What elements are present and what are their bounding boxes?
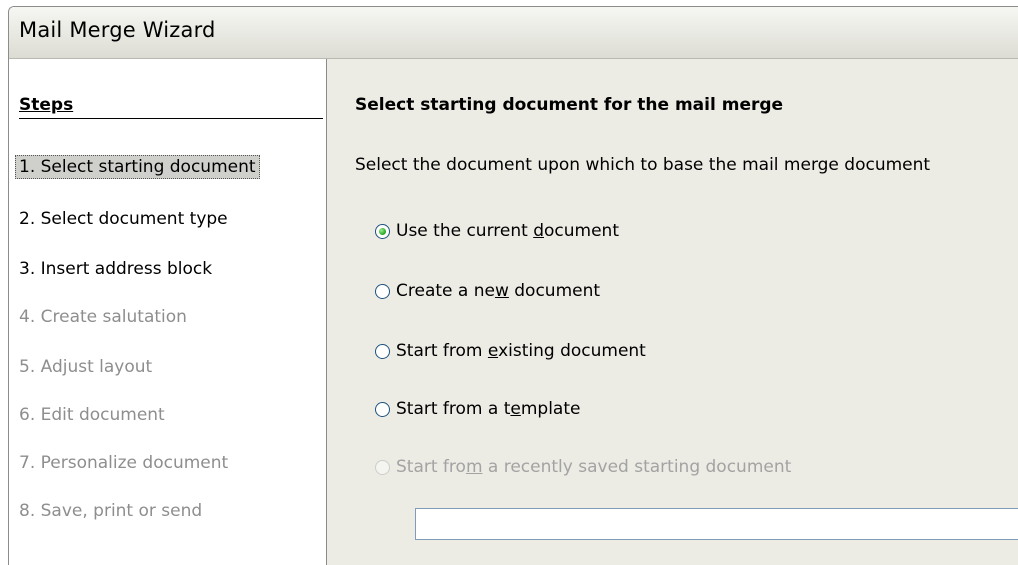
radio-button-disabled-icon <box>375 459 390 475</box>
option-label: Create a new document <box>396 281 601 301</box>
option-label: Start from existing document <box>396 341 646 361</box>
option-use-current-document[interactable]: Use the current document <box>375 219 619 243</box>
radio-button-icon[interactable] <box>375 283 390 299</box>
step-select-starting-document[interactable]: 1. Select starting document <box>15 155 260 179</box>
step-save-print-send: 8. Save, print or send <box>19 501 203 521</box>
step-create-salutation: 4. Create salutation <box>19 307 187 327</box>
option-start-from-template[interactable]: Start from a template <box>375 397 580 421</box>
step-adjust-layout: 5. Adjust layout <box>19 357 153 377</box>
step-edit-document: 6. Edit document <box>19 405 165 425</box>
steps-heading: Steps <box>19 95 74 115</box>
option-label: Start from a recently saved starting doc… <box>396 457 792 477</box>
option-label: Start from a template <box>396 399 581 419</box>
steps-divider <box>19 118 323 119</box>
mail-merge-wizard-window: Mail Merge Wizard Steps 1. Select starti… <box>8 6 1018 565</box>
option-label: Use the current document <box>396 221 619 241</box>
option-start-from-existing-document[interactable]: Start from existing document <box>375 339 646 363</box>
page-heading: Select starting document for the mail me… <box>355 95 784 115</box>
recent-document-field[interactable] <box>415 508 1018 540</box>
radio-button-checked-icon[interactable] <box>375 223 390 239</box>
step-select-document-type[interactable]: 2. Select document type <box>15 207 232 231</box>
step-insert-address-block[interactable]: 3. Insert address block <box>15 257 216 281</box>
steps-sidebar: Steps 1. Select starting document 2. Sel… <box>9 59 327 565</box>
wizard-content: Select starting document for the mail me… <box>327 59 1018 565</box>
radio-button-icon[interactable] <box>375 401 390 417</box>
option-create-new-document[interactable]: Create a new document <box>375 279 600 303</box>
title-bar[interactable]: Mail Merge Wizard <box>9 7 1018 59</box>
page-description: Select the document upon which to base t… <box>355 155 931 175</box>
option-start-from-recently-saved: Start from a recently saved starting doc… <box>375 455 791 479</box>
window-title: Mail Merge Wizard <box>19 18 216 42</box>
step-personalize-document: 7. Personalize document <box>19 453 229 473</box>
radio-button-icon[interactable] <box>375 343 390 359</box>
